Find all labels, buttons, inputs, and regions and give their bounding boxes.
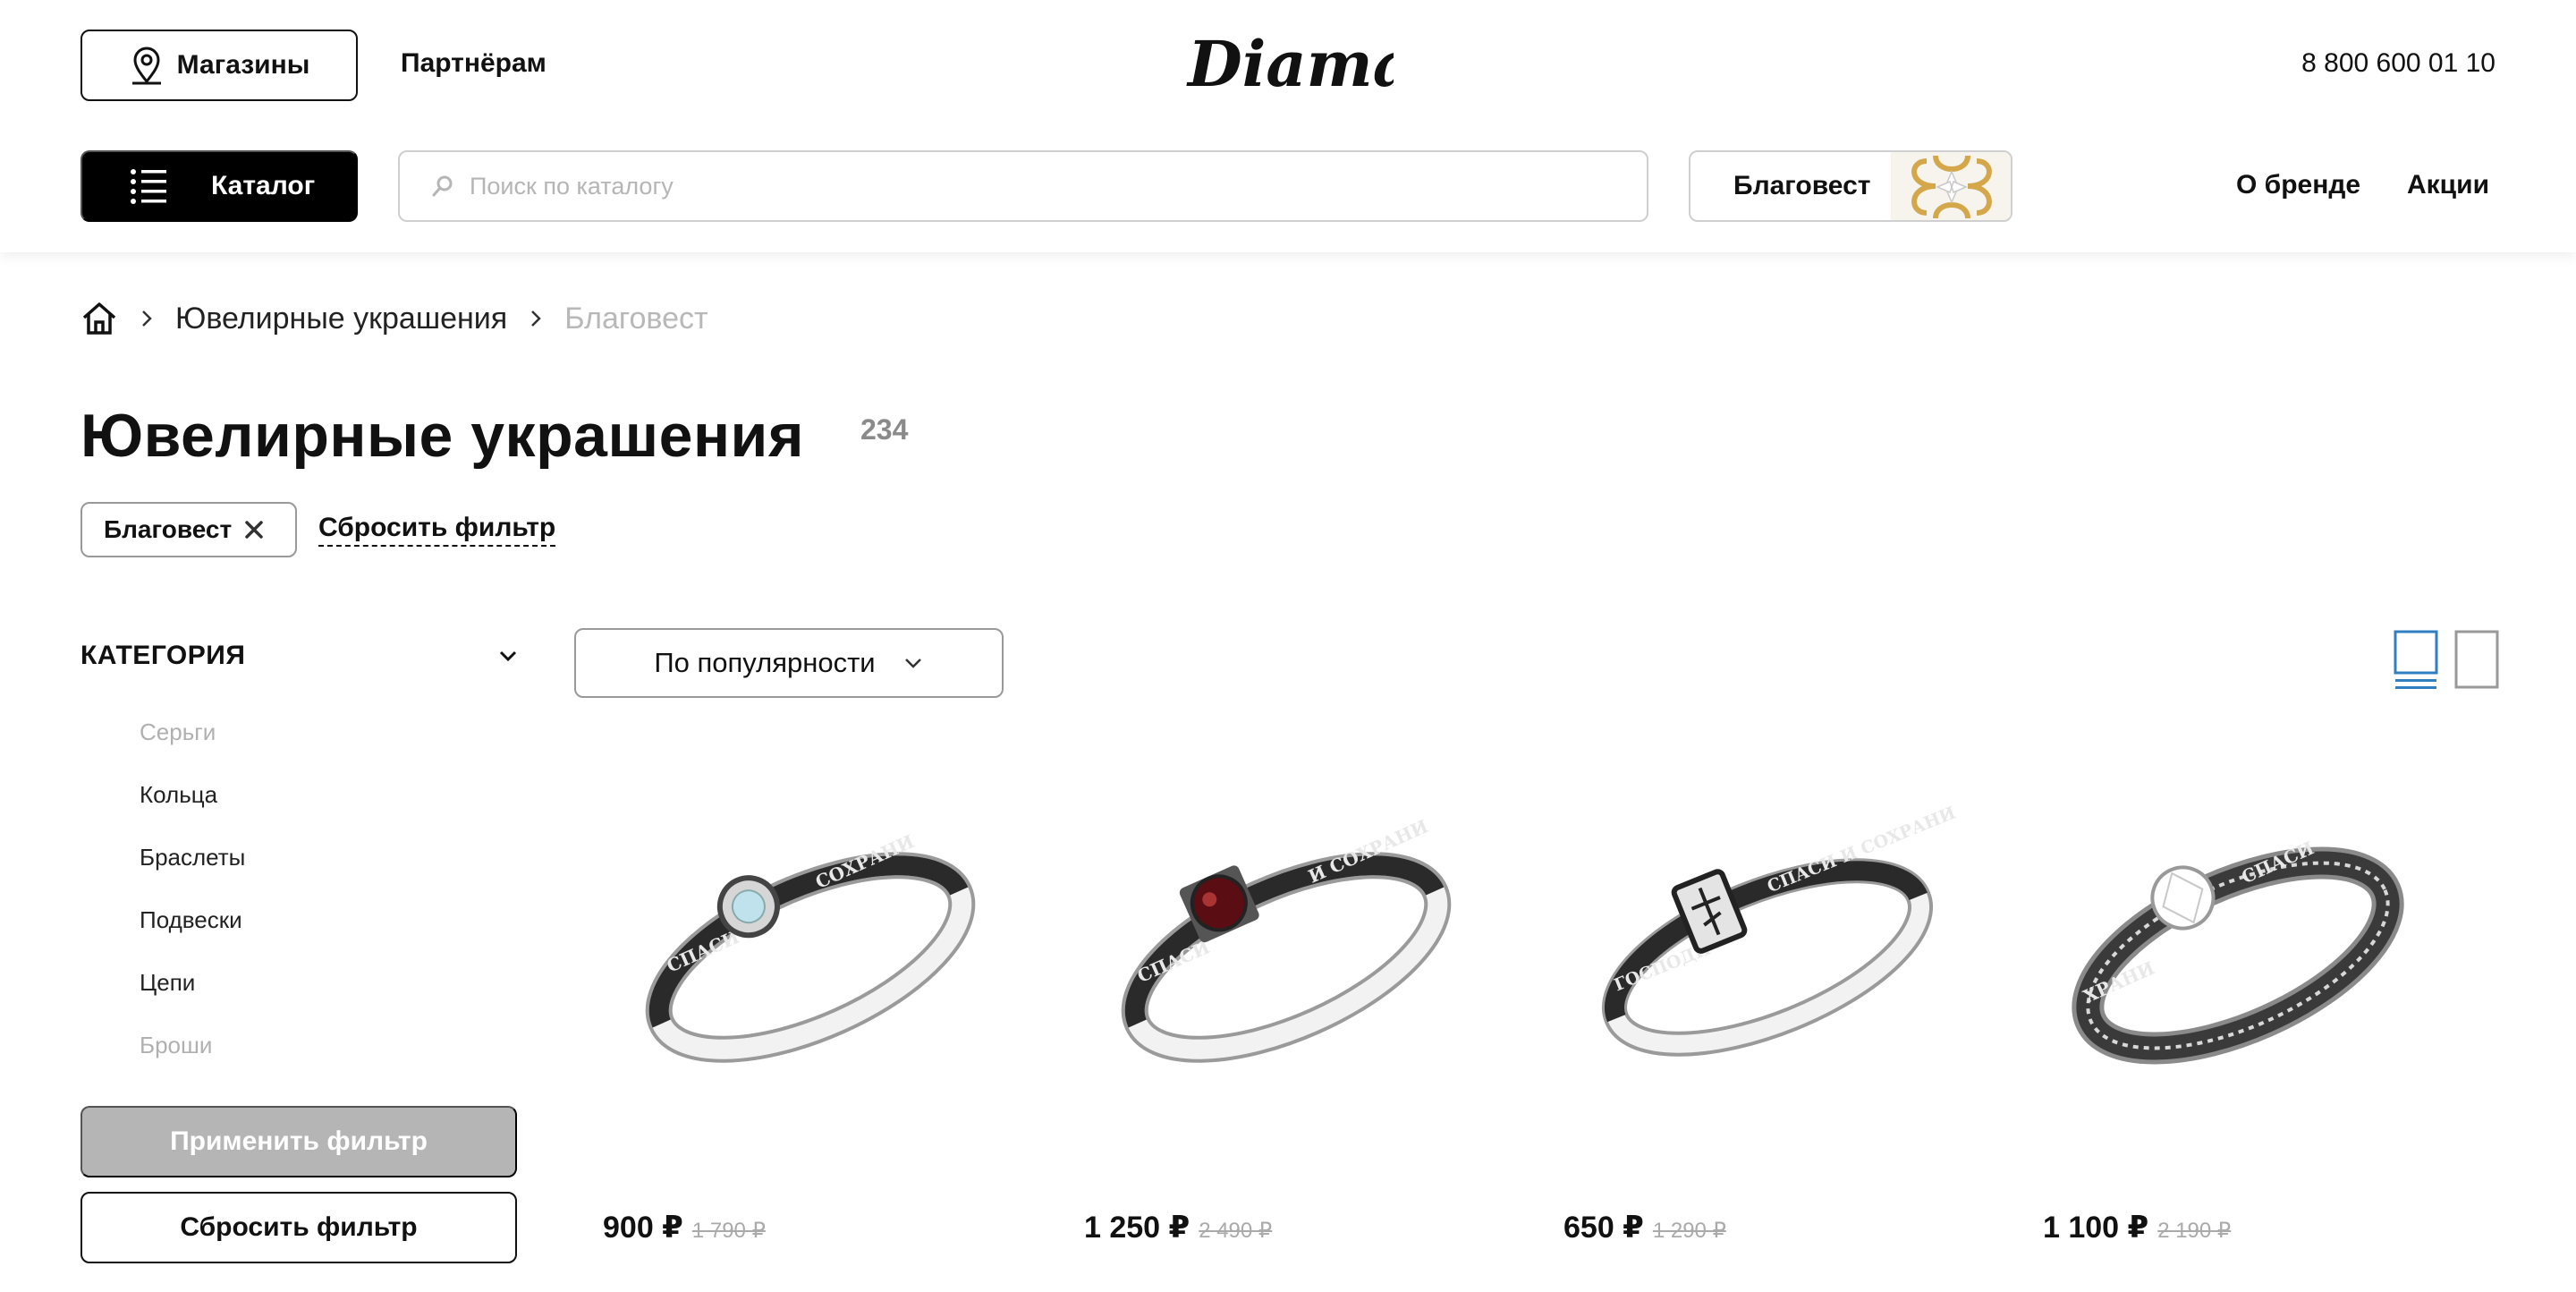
price: 900 ₽ bbox=[603, 1211, 683, 1245]
active-filter-chip: Благовест bbox=[80, 502, 297, 557]
diamant-logo[interactable]: Diamant bbox=[1179, 16, 1394, 109]
category-list: Серьги Кольца Браслеты Подвески Цепи Бро… bbox=[140, 716, 245, 1092]
grid-view-icon[interactable] bbox=[2454, 630, 2499, 691]
close-icon[interactable] bbox=[244, 520, 264, 540]
price: 1 250 ₽ bbox=[1084, 1211, 1191, 1245]
reset-filter-button[interactable]: Сбросить фильтр bbox=[80, 1192, 517, 1263]
price: 650 ₽ bbox=[1563, 1211, 1644, 1245]
site-header: Магазины Партнёрам Diamant 8 800 600 01 … bbox=[0, 0, 2576, 252]
catalog-label: Каталог bbox=[211, 171, 316, 200]
breadcrumb: Ювелирные украшения Благовест bbox=[80, 299, 708, 338]
chevron-right-icon bbox=[142, 310, 152, 327]
page-title: Ювелирные украшения bbox=[80, 402, 804, 470]
chevron-down-icon bbox=[904, 659, 921, 668]
list-view-icon[interactable] bbox=[2394, 630, 2438, 691]
price-row: 650 ₽ 1 290 ₽ bbox=[1563, 1210, 1726, 1245]
reset-filter-link[interactable]: Сбросить фильтр bbox=[318, 513, 556, 547]
product-card[interactable]: СПАСИ И СОХРАНИ 1 250 ₽ 2 490 ₽ bbox=[1055, 752, 1503, 1271]
category-bracelets[interactable]: Браслеты bbox=[140, 841, 245, 904]
stores-button[interactable]: Магазины bbox=[80, 30, 358, 101]
old-price: 1 290 ₽ bbox=[1652, 1219, 1726, 1243]
active-filter-label: Благовест bbox=[104, 515, 233, 543]
price-row: 900 ₽ 1 790 ₽ bbox=[603, 1210, 766, 1245]
menu-list-icon bbox=[131, 169, 166, 204]
category-header-label: КАТЕГОРИЯ bbox=[80, 641, 246, 670]
category-pendants[interactable]: Подвески bbox=[140, 904, 245, 966]
chevron-right-icon bbox=[531, 310, 541, 327]
map-pin-icon bbox=[131, 47, 161, 85]
home-icon[interactable] bbox=[80, 301, 118, 336]
price-row: 1 250 ₽ 2 490 ₽ bbox=[1084, 1210, 1272, 1245]
product-card[interactable]: ГОСПОДИ СПАСИ И СОХРАНИ 650 ₽ 1 290 ₽ bbox=[1535, 752, 1982, 1271]
category-rings[interactable]: Кольца bbox=[140, 778, 245, 841]
product-card[interactable]: СПАСИ СОХРАНИ 900 ₽ 1 790 ₽ bbox=[574, 752, 1021, 1271]
apply-filter-button[interactable]: Применить фильтр bbox=[80, 1106, 517, 1177]
cross-pendant-thumbnail bbox=[1891, 152, 2011, 220]
logo-text: Diamant bbox=[1186, 27, 1394, 101]
category-chains[interactable]: Цепи bbox=[140, 966, 245, 1029]
product-card[interactable]: ХРАНИ СПАСИ 1 100 ₽ 2 190 ₽ bbox=[2014, 752, 2462, 1271]
ring-image[interactable]: ГОСПОДИ СПАСИ И СОХРАНИ bbox=[1535, 752, 1982, 1154]
old-price: 2 490 ₽ bbox=[1199, 1219, 1273, 1243]
search-input[interactable] bbox=[470, 172, 1632, 200]
chevron-down-icon[interactable] bbox=[497, 649, 519, 663]
catalog-button[interactable]: Каталог bbox=[80, 150, 358, 222]
nav-promotions[interactable]: Акции bbox=[2407, 170, 2489, 200]
sort-select[interactable]: По популярности bbox=[574, 628, 1004, 698]
category-earrings: Серьги bbox=[140, 718, 216, 745]
ring-image[interactable]: СПАСИ И СОХРАНИ bbox=[1055, 752, 1503, 1154]
price-row: 1 100 ₽ 2 190 ₽ bbox=[2043, 1210, 2231, 1245]
ring-image[interactable]: ХРАНИ СПАСИ bbox=[2014, 752, 2462, 1154]
partners-link[interactable]: Партнёрам bbox=[401, 48, 547, 79]
category-filter-header[interactable]: КАТЕГОРИЯ bbox=[80, 641, 519, 671]
breadcrumb-current: Благовест bbox=[564, 301, 708, 336]
search-icon bbox=[432, 175, 453, 197]
breadcrumb-jewelry[interactable]: Ювелирные украшения bbox=[175, 302, 507, 336]
nav-about-brand[interactable]: О бренде bbox=[2236, 170, 2360, 200]
phone-number[interactable]: 8 800 600 01 10 bbox=[2301, 48, 2496, 79]
old-price: 2 190 ₽ bbox=[2157, 1219, 2232, 1243]
brand-label: Благовест bbox=[1733, 171, 1871, 200]
product-count: 234 bbox=[860, 413, 909, 446]
stores-label: Магазины bbox=[176, 50, 310, 80]
category-brooches: Броши bbox=[140, 1032, 213, 1058]
price: 1 100 ₽ bbox=[2043, 1211, 2149, 1245]
view-toggle bbox=[2394, 630, 2499, 691]
brand-blagovest-button[interactable]: Благовест bbox=[1689, 150, 2012, 222]
old-price: 1 790 ₽ bbox=[691, 1219, 766, 1243]
search-bar bbox=[398, 150, 1648, 222]
ring-image[interactable]: СПАСИ СОХРАНИ bbox=[574, 752, 1021, 1154]
sort-selected-value: По популярности bbox=[654, 647, 876, 678]
